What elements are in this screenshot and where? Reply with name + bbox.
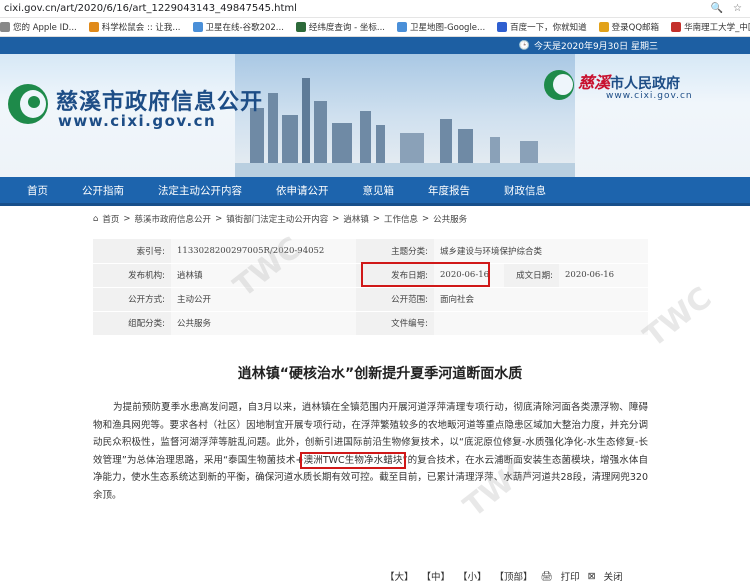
bookmark-label: 科学松鼠会 :: 让我... xyxy=(101,23,181,33)
index-value: 11330282002970​05R/2020-94052 xyxy=(171,239,356,264)
breadcrumb-item[interactable]: 公共服务 xyxy=(433,213,467,225)
current-date: 今天是2020年9月30日 星期三 xyxy=(534,42,658,52)
disclosure-method-value: 主动公开 xyxy=(171,287,356,312)
nav-item[interactable]: 公开指南 xyxy=(65,176,141,205)
nav-item[interactable]: 意见箱 xyxy=(346,176,412,205)
nav-item[interactable]: 法定主动公开内容 xyxy=(141,176,259,205)
bookmarks-bar: 您的 Apple ID... 科学松鼠会 :: 让我... 卫星在线-谷歌202..… xyxy=(0,18,750,37)
nav-item[interactable]: 年度报告 xyxy=(411,176,487,205)
close-link[interactable]: 关闭 xyxy=(604,569,623,583)
bookmark-label: 卫星地图-Google... xyxy=(410,23,486,33)
bookmark-icon xyxy=(88,22,99,32)
breadcrumb-separator: > xyxy=(421,214,430,224)
bookmark-item[interactable]: 经纬度查询 - 坐标... xyxy=(295,21,385,33)
date-bar: 🕒 今天是2020年9月30日 星期三 xyxy=(0,37,750,54)
metadata-table: 索引号: 11330282002970​05R/2020-94052 主题分类:… xyxy=(93,239,648,336)
nav-item[interactable]: 依申请公开 xyxy=(259,176,346,205)
search-icon[interactable]: 🔍 xyxy=(711,3,723,14)
bookmark-item[interactable]: 登录QQ邮箱 xyxy=(598,21,660,33)
article-title: 逍林镇“硬核治水”创新提升夏季河道断面水质 xyxy=(237,366,523,382)
gov-url: www.cixi.gov.cn xyxy=(606,91,693,101)
gov-name: 慈溪市人民政府 xyxy=(578,73,681,92)
breadcrumb-item[interactable]: 工作信息 xyxy=(384,213,418,225)
breadcrumb-separator: > xyxy=(123,214,131,224)
site-url: www.cixi.gov.cn xyxy=(58,112,217,130)
bookmark-icon xyxy=(671,22,682,32)
bookmark-label: 您的 Apple ID... xyxy=(13,23,77,33)
disclosure-scope-label: 公开范围: xyxy=(356,287,434,312)
doc-number-value xyxy=(434,311,648,336)
publish-date-highlight xyxy=(361,262,490,287)
index-label: 索引号: xyxy=(93,239,171,264)
bookmark-item[interactable]: 卫星地图-Google... xyxy=(397,21,485,33)
bookmark-item[interactable]: 您的 Apple ID... xyxy=(0,21,77,33)
disclosure-method-label: 公开方式: xyxy=(93,287,171,312)
group-label: 组配分类: xyxy=(93,311,171,336)
category-value: 城乡建设与环境保护综合类 xyxy=(434,239,648,264)
gov-logo-icon xyxy=(8,84,48,124)
doc-number-label: 文件编号: xyxy=(356,311,434,336)
header-banner: 慈溪市政府信息公开 www.cixi.gov.cn 慈溪市人民政府 www.ci… xyxy=(0,54,750,177)
breadcrumb-separator: > xyxy=(215,214,223,224)
river xyxy=(235,163,575,177)
bookmark-item[interactable]: 科学松鼠会 :: 让我... xyxy=(88,21,181,33)
bookmark-item[interactable]: 卫星在线-谷歌202... xyxy=(192,21,284,33)
print-link[interactable]: 打印 xyxy=(561,569,580,583)
bookmark-icon xyxy=(497,22,508,32)
bookmark-item[interactable]: 百度一下，你就知道 xyxy=(497,21,587,33)
font-large-link[interactable]: 【大】 xyxy=(385,569,414,583)
breadcrumb-separator: > xyxy=(332,214,340,224)
breadcrumb-item[interactable]: 首页 xyxy=(102,213,119,225)
category-label: 主题分类: xyxy=(356,239,434,264)
address-bar[interactable]: cixi.gov.cn/art/2020/6/16/art_1229043143… xyxy=(0,0,750,18)
publisher-label: 发布机构: xyxy=(93,263,171,288)
clock-icon: 🕒 xyxy=(518,40,531,51)
nav-item[interactable]: 财政信息 xyxy=(487,176,563,205)
home-icon: ⌂ xyxy=(93,214,99,224)
bookmark-label: 百度一下，你就知道 xyxy=(510,23,587,33)
bookmark-label: 华南理工大学_中国... xyxy=(684,23,750,33)
breadcrumb-separator: > xyxy=(372,214,380,224)
nav-item[interactable]: 首页 xyxy=(10,176,65,205)
article-toolbar: 【大】 【中】 【小】 【顶部】 🖨 打印 ⊠ 关闭 xyxy=(385,569,623,584)
written-date-label: 成文日期: xyxy=(504,263,559,288)
bookmark-icon xyxy=(295,22,306,32)
main-nav: 首页 公开指南 法定主动公开内容 依申请公开 意见箱 年度报告 财政信息 xyxy=(0,177,750,206)
bookmark-label: 卫星在线-谷歌202... xyxy=(205,23,284,33)
breadcrumb-item[interactable]: 镇街部门法定主动公开内容 xyxy=(226,213,328,225)
group-value: 公共服务 xyxy=(171,311,356,336)
city-logo-icon xyxy=(544,70,574,100)
publisher-value: 逍林镇 xyxy=(171,263,356,288)
bookmark-item[interactable]: 华南理工大学_中国... xyxy=(671,21,750,33)
bookmark-label: 登录QQ邮箱 xyxy=(611,23,660,33)
close-icon[interactable]: ⊠ xyxy=(588,571,596,582)
watermark: TWC xyxy=(637,280,719,355)
highlighted-term: 澳洲TWC生物净水蜡块 xyxy=(300,451,406,469)
breadcrumb-item[interactable]: 逍林镇 xyxy=(343,213,369,225)
bookmark-icon xyxy=(598,22,609,32)
bookmark-icon xyxy=(192,22,203,32)
print-icon[interactable]: 🖨 xyxy=(541,571,553,582)
star-icon[interactable]: ☆ xyxy=(733,3,742,14)
article-body: 为提前预防夏季水患高发问题，自3月以来，逍林镇在全镇范围内开展河道浮萍清理专项行… xyxy=(93,399,648,504)
font-medium-link[interactable]: 【中】 xyxy=(422,569,451,583)
written-date-value: 2020-06-16 xyxy=(559,263,648,288)
bookmark-icon xyxy=(0,22,10,32)
breadcrumb: ⌂ 首页 > 慈溪市政府信息公开 > 镇街部门法定主动公开内容 > 逍林镇 > 工作信息 > 公共服务 xyxy=(93,213,467,225)
disclosure-scope-value: 面向社会 xyxy=(434,287,648,312)
breadcrumb-item[interactable]: 慈溪市政府信息公开 xyxy=(135,213,212,225)
url-text[interactable]: cixi.gov.cn/art/2020/6/16/art_1229043143… xyxy=(4,3,297,14)
font-small-link[interactable]: 【小】 xyxy=(458,569,487,583)
bookmark-icon xyxy=(397,22,407,32)
bookmark-label: 经纬度查询 - 坐标... xyxy=(308,23,385,33)
top-link[interactable]: 【顶部】 xyxy=(495,569,533,583)
